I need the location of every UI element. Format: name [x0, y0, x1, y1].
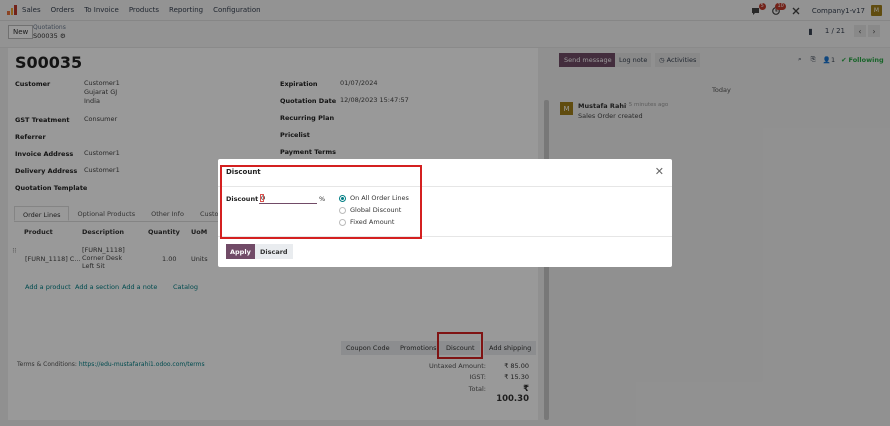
dialog-content-highlight [220, 165, 422, 239]
discard-button[interactable]: Discard [255, 244, 293, 259]
apply-button[interactable]: Apply [226, 244, 255, 259]
close-icon[interactable]: ✕ [655, 165, 664, 178]
